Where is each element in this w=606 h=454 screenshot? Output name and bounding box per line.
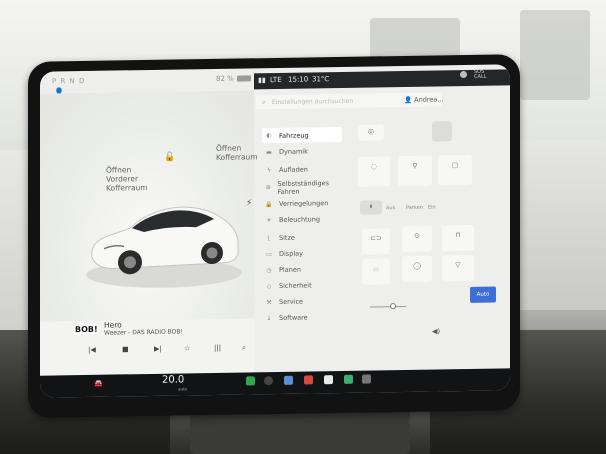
cabin-temperature-mode: auto (178, 386, 188, 392)
menu-item-service[interactable]: ⚒ Service (264, 296, 384, 306)
menu-label: Display (279, 249, 303, 258)
open-trunk-button[interactable]: Öffnen Kofferraum (216, 143, 258, 162)
seat-icon: ⌊ (267, 234, 271, 242)
light-icon: ☀ (266, 216, 272, 224)
brightness-slider-knob[interactable] (390, 303, 396, 310)
stop-button[interactable]: ■ (122, 345, 129, 353)
battery-indicator: 82 % (216, 74, 251, 83)
gear-indicator: P R N D (52, 76, 86, 86)
glovebox-tile[interactable]: ⊓ (442, 224, 474, 252)
schedule-icon: ◷ (266, 266, 272, 274)
headlights-off-button[interactable]: ◖ (360, 200, 382, 215)
volume-icon[interactable]: ◀) (432, 327, 440, 335)
toggle-icon: ◎ (367, 127, 375, 136)
wiper-auto-button[interactable]: Auto (470, 286, 496, 303)
menu-label: Verriegelungen (279, 199, 329, 208)
brightness-slider-track[interactable] (370, 305, 406, 308)
energy-icon[interactable] (344, 374, 353, 384)
headlights-segment-on[interactable]: Ein (428, 204, 436, 210)
toybox-icon[interactable] (324, 375, 333, 385)
menu-label: Service (279, 297, 304, 306)
next-track-button[interactable]: ▶| (154, 345, 162, 353)
car-icon: ◐ (266, 132, 272, 140)
download-icon: ↓ (266, 314, 272, 322)
window-icon: ▢ (451, 161, 459, 170)
cabin-temperature[interactable]: 20.0 (162, 374, 184, 385)
menu-label: Aufladen (279, 165, 308, 174)
mirror-icon: ◌ (370, 162, 378, 171)
shield-icon: ◇ (266, 282, 272, 290)
car-model-image (86, 206, 242, 288)
display-icon: ▭ (266, 250, 272, 258)
setting-toggle-tile[interactable]: ◎ (358, 124, 384, 141)
phone-icon[interactable] (246, 376, 255, 386)
menu-label: Sicherheit (279, 281, 312, 290)
media-search-button[interactable]: ⌕ (242, 343, 246, 352)
menu-label: Selbstständiges Fahren (277, 179, 330, 196)
menu-item-autopilot[interactable]: ⊛ Selbstständiges Fahren (264, 179, 342, 196)
menu-label: Fahrzeug (279, 130, 309, 140)
lock-icon: 🔒 (265, 200, 273, 208)
background-tree (520, 10, 590, 100)
app-launcher-icon[interactable] (284, 375, 293, 385)
dynamics-icon: ▬ (266, 148, 272, 156)
menu-item-lights[interactable]: ☀ Beleuchtung (264, 214, 384, 224)
browser-icon[interactable] (362, 374, 371, 384)
mirror-adjust-icon: ⊂⊃ (370, 234, 382, 243)
headlights-segment-off[interactable]: Aus (386, 205, 395, 211)
lock-icon[interactable]: 🔓 (164, 153, 175, 163)
child-lock-icon: ⚲ (412, 161, 418, 170)
menu-label: Software (279, 313, 308, 322)
user-profile-button[interactable]: 👤 Andrea... (404, 95, 444, 104)
outside-temperature: 31°C (312, 75, 330, 84)
touchscreen: P R N D 👤 82 % ▮▮ LTE 15:10 31°C SOS CALL… (40, 64, 510, 398)
calendar-icon[interactable] (304, 375, 313, 385)
service-icon: ▽ (455, 261, 461, 270)
menu-item-software[interactable]: ↓ Software (264, 312, 384, 322)
wrench-icon: ⚒ (266, 298, 272, 306)
favorite-button[interactable]: ☆ (184, 344, 190, 352)
sos-icon[interactable]: SOS CALL (474, 69, 486, 80)
headlights-segment-parking[interactable]: Parken (406, 205, 423, 211)
charge-icon: ϟ (267, 166, 271, 174)
previous-track-button[interactable]: |◀ (88, 346, 96, 354)
menu-item-dynamics[interactable]: ▬ Dynamik (264, 146, 384, 156)
battery-icon (236, 75, 251, 82)
setting-toggle-tile[interactable] (432, 121, 452, 142)
menu-label: Planen (279, 265, 301, 274)
service-mode-tile[interactable]: ▽ (442, 254, 474, 282)
steering-wheel-icon: ⊙ (414, 231, 420, 240)
menu-item-vehicle[interactable]: ◐ Fahrzeug (262, 126, 342, 144)
glovebox-icon: ⊓ (455, 231, 461, 240)
user-name: Andrea (414, 95, 438, 104)
media-player (40, 318, 254, 376)
wiper-tile[interactable]: ⌓ (362, 258, 390, 285)
menu-label: Sitze (279, 233, 295, 242)
wiper-icon: ⌓ (373, 264, 379, 273)
charge-port-icon[interactable]: ⚡ (246, 198, 252, 208)
radio-station-logo: BOB! (74, 324, 99, 335)
station-name: Weezer - DAS RADIO BOB! (104, 328, 183, 337)
window-lock-tile[interactable]: ▢ (438, 154, 472, 186)
mirror-adjust-tile[interactable]: ⊂⊃ (362, 228, 390, 255)
clock: 15:10 (288, 75, 309, 84)
washer-icon: ◯ (413, 261, 421, 270)
washer-tile[interactable]: ◯ (402, 255, 432, 283)
car-icon[interactable]: 🚘 (94, 380, 103, 388)
open-trunk-label-2: Kofferraum (216, 152, 258, 162)
menu-label: Dynamik (279, 147, 308, 156)
menu-label: Beleuchtung (279, 215, 320, 224)
steering-adjust-tile[interactable]: ⊙ (402, 225, 432, 253)
equalizer-button[interactable]: ||| (214, 344, 221, 352)
steering-icon: ⊛ (265, 184, 271, 192)
mirror-fold-tile[interactable]: ◌ (358, 156, 390, 187)
dashcam-icon[interactable] (460, 70, 467, 79)
lte-label: LTE (270, 75, 282, 85)
search-icon: ⌕ (262, 98, 266, 107)
signal-icon: ▮▮ (258, 76, 266, 85)
child-lock-tile[interactable]: ⚲ (398, 155, 432, 187)
headlight-icon: ◖ (369, 203, 373, 210)
search-placeholder: Einstellungen durchsuchen (272, 97, 354, 107)
song-title: Hero (104, 320, 122, 330)
